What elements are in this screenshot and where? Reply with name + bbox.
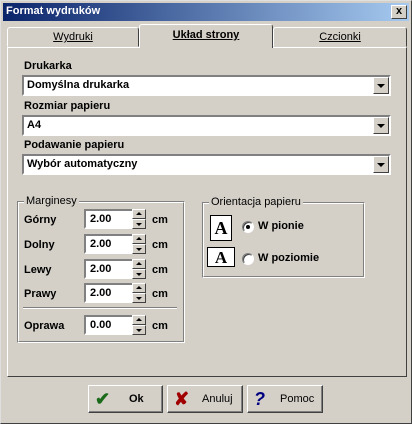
ok-button[interactable]: ✔ Ok — [88, 385, 163, 413]
question-mark-icon: ? — [254, 389, 265, 409]
tab-wydruki[interactable]: Wydruki — [7, 27, 139, 47]
window-title: Format wydruków — [6, 5, 101, 17]
cancel-button[interactable]: ✘ Anuluj — [167, 385, 243, 413]
dialog-window: Format wydruków x Wydruki Układ strony C… — [0, 0, 412, 424]
tab-panel-uklad-strony — [7, 47, 407, 377]
tab-uklad-strony-label: Układ strony — [172, 29, 240, 41]
help-button[interactable]: ? Pomoc — [247, 385, 323, 413]
tab-wydruki-label: Wydruki — [53, 31, 93, 43]
tab-czcionki[interactable]: Czcionki — [273, 27, 407, 47]
x-mark-icon: ✘ — [174, 389, 190, 409]
help-button-label: Pomoc — [280, 393, 315, 405]
title-bar[interactable]: Format wydruków x — [3, 3, 409, 21]
ok-button-label: Ok — [129, 393, 144, 405]
checkmark-icon: ✔ — [95, 389, 111, 409]
cancel-button-label: Anuluj — [202, 393, 233, 405]
tab-uklad-strony[interactable]: Układ strony — [139, 24, 273, 48]
close-button[interactable]: x — [391, 5, 407, 19]
tab-czcionki-label: Czcionki — [319, 31, 361, 43]
